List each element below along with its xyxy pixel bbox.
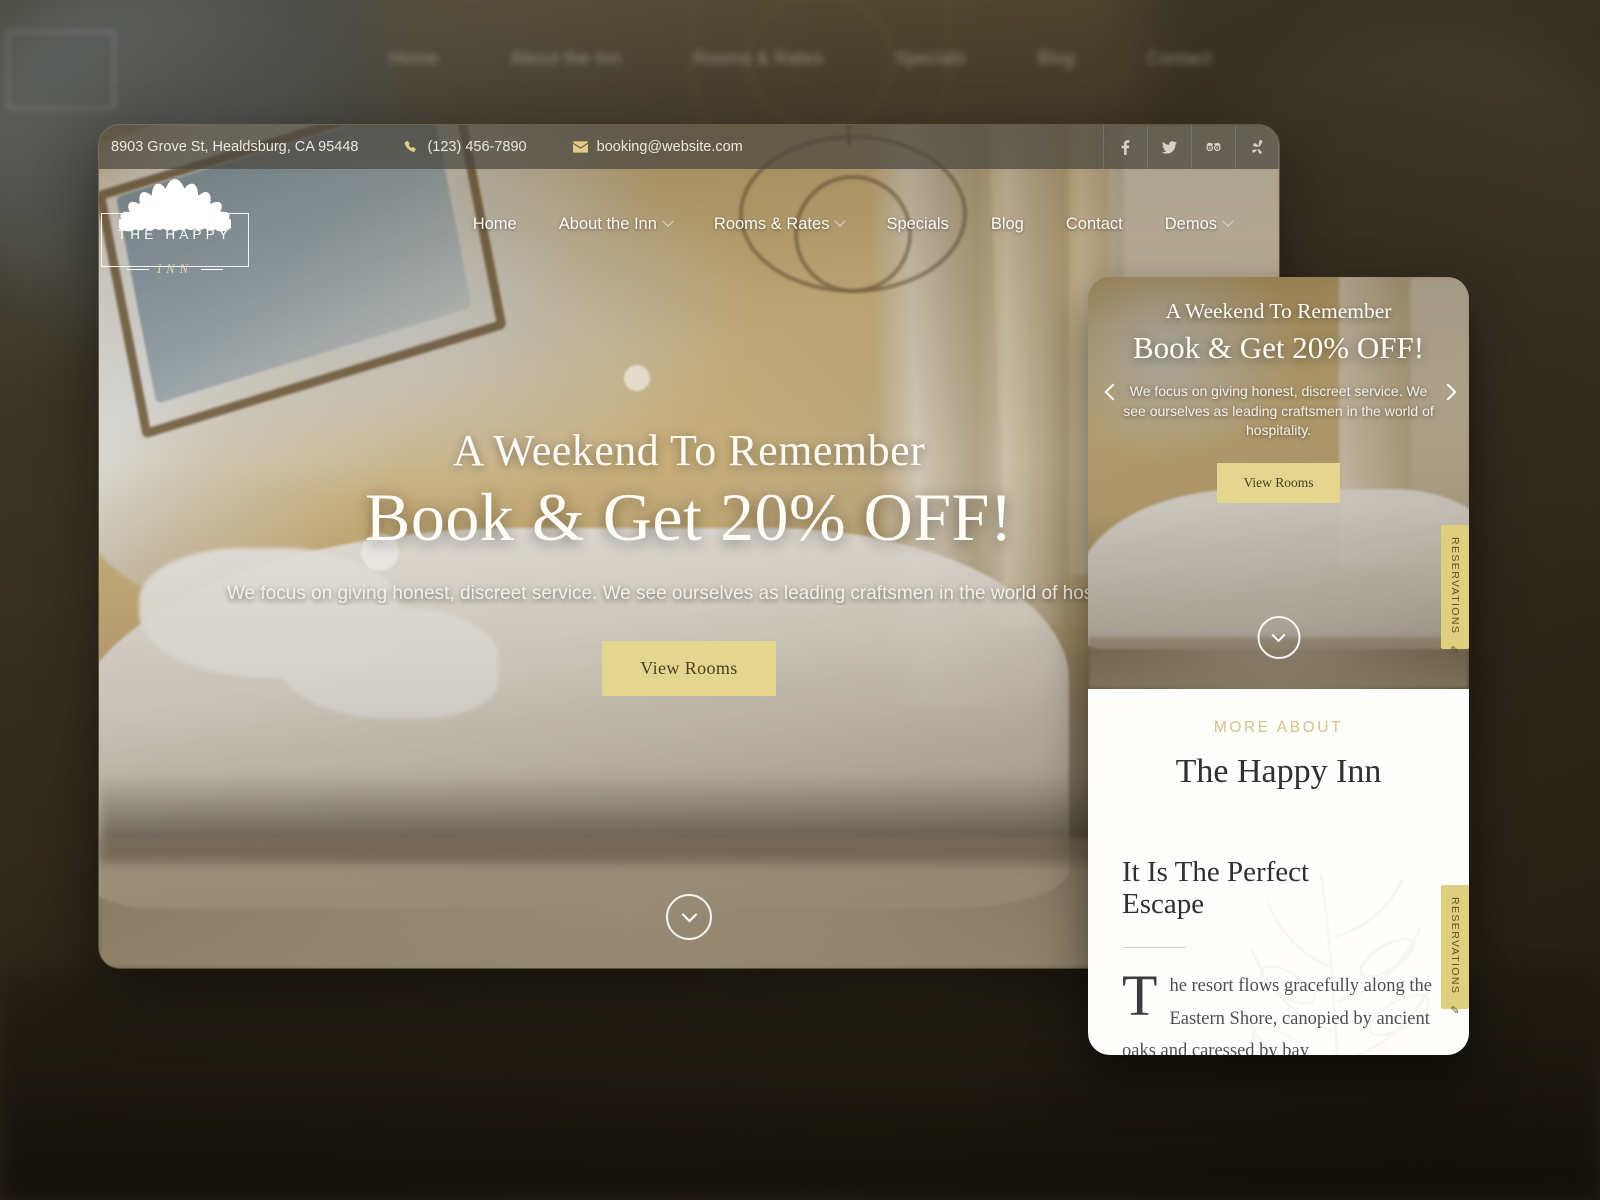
email-text: booking@website.com [596, 139, 743, 155]
hero-subtitle: We focus on giving honest, discreet serv… [226, 583, 1152, 605]
nav-item-about-the-inn[interactable]: About the Inn [538, 205, 693, 244]
about-eyebrow: MORE ABOUT [1213, 719, 1344, 736]
mobile-view-rooms-button[interactable]: View Rooms [1217, 462, 1340, 503]
logo-top-text: THE HAPPY [117, 227, 233, 242]
nav-label: Rooms & Rates [713, 214, 830, 233]
mobile-hero-kicker: A Weekend To Remember [1165, 299, 1392, 323]
chevron-down-icon [681, 906, 697, 922]
nav-item-demos[interactable]: Demos [1144, 205, 1253, 244]
tripadvisor-icon[interactable] [1191, 125, 1235, 169]
about-divider [1122, 946, 1186, 949]
logo-rule-left [127, 268, 150, 271]
background-nav-item: Home [389, 48, 439, 68]
nav-item-blog[interactable]: Blog [970, 205, 1045, 244]
main-navigation: Home About the Inn Rooms & Rates Special… [452, 205, 1253, 244]
chevron-down-icon [834, 215, 847, 227]
yelp-icon[interactable] [1235, 125, 1279, 169]
reservations-tab[interactable]: RESERVATIONS ✎ [1441, 525, 1469, 659]
background-nav-item: Blog [1037, 48, 1075, 68]
nav-item-rooms-rates[interactable]: Rooms & Rates [693, 205, 866, 244]
about-heading: The Happy Inn [1175, 753, 1382, 790]
top-contact-bar: 8903 Grove St, Healdsburg, CA 95448 (123… [99, 125, 1279, 169]
phone-icon [404, 140, 418, 154]
nav-item-home[interactable]: Home [452, 205, 538, 244]
nav-label: About the Inn [558, 214, 657, 233]
mobile-about-section: MORE ABOUT The Happy Inn It Is The Perfe… [1088, 689, 1469, 1055]
about-paragraph-text: he resort flows gracefully along the Eas… [1122, 976, 1432, 1055]
logo-rule-right [200, 268, 223, 271]
background-picture-frame [6, 30, 116, 110]
carousel-next-button[interactable] [1433, 377, 1463, 407]
reservations-tab-label: RESERVATIONS [1449, 897, 1461, 995]
bokeh-dot [624, 365, 650, 391]
email-item[interactable]: booking@website.com [572, 139, 743, 155]
chevron-down-icon [662, 215, 674, 227]
site-logo[interactable]: THE HAPPY INN [101, 179, 249, 276]
site-header: THE HAPPY INN Home About the Inn Rooms &… [99, 169, 1279, 279]
background-nav-item: Rooms & Rates [693, 48, 824, 68]
nav-label: Contact [1065, 214, 1123, 233]
twitter-icon[interactable] [1147, 125, 1191, 169]
pencil-icon: ✎ [1448, 644, 1461, 659]
mobile-scroll-down-button[interactable] [1257, 616, 1300, 659]
social-links [1103, 125, 1279, 169]
logo-bottom-text: INN [157, 262, 193, 276]
nav-item-specials[interactable]: Specials [865, 205, 969, 244]
mobile-preview-window: A Weekend To Remember Book & Get 20% OFF… [1088, 277, 1469, 1055]
reservations-tab[interactable]: RESERVATIONS ✎ [1441, 885, 1469, 1019]
nav-item-contact[interactable]: Contact [1045, 205, 1144, 244]
reservations-tab-label: RESERVATIONS [1449, 537, 1461, 635]
hero-title: Book & Get 20% OFF! [365, 479, 1013, 555]
phone-item[interactable]: (123) 456-7890 [404, 139, 527, 155]
mobile-hero: A Weekend To Remember Book & Get 20% OFF… [1088, 277, 1469, 689]
mobile-hero-content: A Weekend To Remember Book & Get 20% OFF… [1088, 299, 1469, 503]
chevron-right-icon [1439, 383, 1457, 401]
background-nav: Home About the Inn Rooms & Rates Special… [0, 48, 1600, 69]
background-nav-item: About the Inn [510, 48, 622, 68]
mobile-hero-subtitle: We focus on giving honest, discreet serv… [1123, 383, 1434, 439]
mobile-hero-title: Book & Get 20% OFF! [1132, 330, 1425, 365]
chevron-down-icon [1271, 627, 1286, 642]
carousel-prev-button[interactable] [1098, 377, 1128, 407]
address-text: 8903 Grove St, Healdsburg, CA 95448 [111, 139, 359, 155]
view-rooms-button[interactable]: View Rooms [602, 641, 776, 697]
background-nav-item: Specials [895, 48, 966, 68]
logo-bottom-row: INN [101, 262, 249, 277]
nav-label: Home [472, 214, 517, 233]
hero-kicker: A Weekend To Remember [452, 426, 926, 475]
about-dropcap: T [1122, 963, 1158, 1029]
about-paragraph: The resort flows gracefully along the Ea… [1122, 963, 1435, 1055]
envelope-icon [572, 141, 588, 153]
phone-text: (123) 456-7890 [427, 139, 527, 155]
chevron-down-icon [1222, 215, 1234, 227]
facebook-icon[interactable] [1103, 125, 1147, 169]
address-item: 8903 Grove St, Healdsburg, CA 95448 [111, 139, 358, 155]
pencil-icon: ✎ [1448, 1004, 1461, 1019]
scroll-down-button[interactable] [666, 894, 712, 940]
nav-label: Demos [1164, 214, 1217, 233]
nav-label: Specials [886, 214, 949, 233]
nav-label: Blog [990, 214, 1024, 233]
chevron-left-icon [1104, 383, 1122, 401]
background-nav-item: Contact [1146, 48, 1211, 68]
